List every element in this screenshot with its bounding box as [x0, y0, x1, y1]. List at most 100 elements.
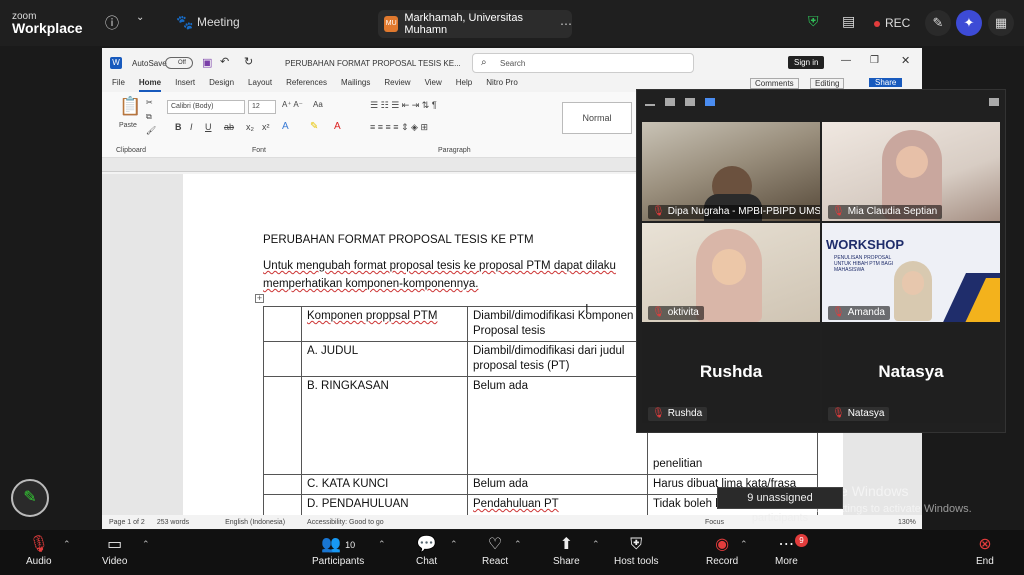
participants-button[interactable]: 👥 10 Participants — [312, 534, 364, 567]
unassigned-participants-tooltip[interactable]: 9 unassigned participants — [717, 487, 843, 524]
tab-nitro-pro[interactable]: Nitro Pro — [486, 78, 518, 92]
word-count[interactable]: 253 words — [157, 519, 189, 526]
text-effects-icon[interactable]: A — [282, 121, 289, 132]
accessibility-status[interactable]: Accessibility: Good to go — [307, 519, 384, 526]
document-heading[interactable]: PERUBAHAN FORMAT PROPOSAL TESIS KE PTM — [263, 234, 534, 246]
end-meeting-button[interactable]: ⊗ End — [976, 534, 994, 567]
font-size-select[interactable]: 12 — [248, 100, 276, 114]
tab-design[interactable]: Design — [209, 78, 234, 92]
record-options-caret-icon[interactable]: ⌃ — [740, 539, 748, 550]
autosave-toggle[interactable]: Off — [165, 57, 193, 69]
apps-grid-icon[interactable]: ▦ — [988, 10, 1014, 36]
change-case-icon[interactable]: Aa — [313, 100, 323, 109]
view-strip-icon[interactable] — [665, 98, 675, 106]
paste-icon[interactable]: 📋 — [119, 96, 141, 117]
clipboard-group-label: Clipboard — [116, 147, 146, 154]
annotate-pen-icon[interactable]: ✎ — [11, 479, 49, 517]
format-painter-icon[interactable]: 🖌 — [146, 126, 156, 135]
font-name-select[interactable]: Calibri (Body) — [167, 100, 245, 114]
style-normal[interactable]: Normal — [562, 102, 632, 134]
share-button[interactable]: Share — [869, 78, 903, 87]
react-button[interactable]: ♡ React — [482, 534, 508, 567]
notes-icon[interactable]: ▤ — [842, 13, 855, 30]
ai-companion-icon[interactable]: ✦ — [956, 10, 982, 36]
align-icons[interactable]: ≡ ≡ ≡ ≡ ⇕ ◈ ⊞ — [370, 122, 428, 133]
chat-options-caret-icon[interactable]: ⌃ — [450, 539, 458, 550]
page-count[interactable]: Page 1 of 2 — [109, 519, 145, 526]
audio-button[interactable]: 🎙 Audio — [26, 534, 52, 567]
save-icon[interactable]: ▣ — [202, 56, 212, 69]
participant-tile[interactable]: WORKSHOP PENULISAN PROPOSAL UNTUK HIBAH … — [822, 223, 1000, 322]
language-status[interactable]: English (Indonesia) — [225, 519, 285, 526]
cut-icon[interactable]: ✂ — [146, 98, 153, 107]
share-options-caret-icon[interactable]: ⌃ — [592, 539, 600, 550]
tab-review[interactable]: Review — [384, 78, 410, 92]
record-button[interactable]: ◉ Record — [706, 534, 738, 567]
video-camera-icon: ▭ — [107, 536, 123, 553]
tab-references[interactable]: References — [286, 78, 327, 92]
participants-options-caret-icon[interactable]: ⌃ — [378, 539, 386, 550]
zoom-level[interactable]: 130% — [898, 519, 916, 526]
copy-icon[interactable]: ⧉ — [146, 112, 152, 122]
tab-layout[interactable]: Layout — [248, 78, 272, 92]
font-color-icon[interactable]: A — [334, 121, 341, 132]
comments-button[interactable]: Comments — [750, 78, 799, 89]
tab-help[interactable]: Help — [456, 78, 472, 92]
restore-icon[interactable]: ❐ — [870, 55, 879, 66]
exit-float-icon[interactable] — [989, 98, 999, 106]
participant-display-name: Rushda — [699, 362, 763, 381]
close-icon[interactable]: ✕ — [901, 54, 910, 67]
grow-font-icon[interactable]: A⁺ A⁻ — [282, 100, 303, 109]
redo-icon[interactable]: ↻ — [244, 55, 253, 68]
document-title[interactable]: PERUBAHAN FORMAT PROPOSAL TESIS KE... — [285, 59, 461, 68]
highlight-icon[interactable]: ✎ — [310, 121, 318, 132]
tab-insert[interactable]: Insert — [175, 78, 195, 92]
participant-tile[interactable]: 🎙 Mia Claudia Septian — [822, 122, 1000, 221]
undo-icon[interactable]: ↶ — [220, 55, 229, 68]
view-minimize-icon[interactable] — [645, 104, 655, 106]
video-options-caret-icon[interactable]: ⌃ — [142, 539, 150, 550]
word-title-bar: W AutoSave Off ▣ ↶ ↻ PERUBAHAN FORMAT PR… — [102, 48, 922, 78]
document-paragraph-line1[interactable]: Untuk mengubah format proposal tesis ke … — [263, 260, 616, 272]
minimize-icon[interactable]: — — [841, 55, 851, 66]
participant-tile[interactable]: Rushda 🎙 Rushda — [642, 324, 820, 423]
participant-tile[interactable]: 🎙 Dipa Nugraha - MPBI-PBIPD UMS — [642, 122, 820, 221]
react-options-caret-icon[interactable]: ⌃ — [514, 539, 522, 550]
shield-icon[interactable]: ⛨ — [808, 13, 819, 30]
superscript-icon[interactable]: x² — [262, 122, 270, 132]
info-icon[interactable]: ⓘ — [105, 13, 119, 33]
virtual-background-subtitle: PENULISAN PROPOSAL UNTUK HIBAH PTM BAGI … — [834, 255, 894, 273]
view-grid-icon[interactable] — [705, 98, 715, 106]
muted-mic-icon: 🎙 — [832, 206, 845, 217]
participant-tile[interactable]: Natasya 🎙 Natasya — [822, 324, 1000, 423]
focus-button[interactable]: Focus — [705, 519, 724, 526]
tab-view[interactable]: View — [425, 78, 442, 92]
underline-icon[interactable]: U — [205, 122, 212, 132]
host-tools-button[interactable]: ⛨ Host tools — [614, 534, 658, 567]
search-input[interactable]: ⌕ Search — [472, 53, 694, 73]
tab-file[interactable]: File — [112, 78, 125, 92]
more-options-icon[interactable]: ⋯ — [560, 17, 572, 31]
subscript-icon[interactable]: x₂ — [246, 122, 254, 132]
meeting-button[interactable]: Meeting — [197, 15, 240, 29]
italic-icon[interactable]: I — [190, 122, 193, 132]
tab-mailings[interactable]: Mailings — [341, 78, 370, 92]
video-button[interactable]: ▭ Video — [102, 534, 127, 567]
sign-in-button[interactable]: Sign in — [788, 56, 825, 69]
chevron-down-icon[interactable]: ⌄ — [136, 12, 144, 23]
document-paragraph-line2[interactable]: memperhatikan komponen-komponennya. — [263, 278, 478, 290]
tab-home[interactable]: Home — [138, 78, 162, 92]
screen-share-indicator[interactable]: MU Markhamah, Universitas Muhamn ⋯ — [378, 10, 572, 38]
recording-indicator[interactable]: REC — [874, 16, 910, 30]
strikethrough-icon[interactable]: ab — [224, 122, 234, 132]
audio-options-caret-icon[interactable]: ⌃ — [63, 539, 71, 550]
chat-button[interactable]: 💬 Chat — [416, 534, 437, 567]
bold-icon[interactable]: B — [175, 122, 182, 132]
table-move-handle-icon[interactable]: + — [255, 294, 264, 303]
pen-icon[interactable]: ✎ — [925, 10, 951, 36]
bullets-icon[interactable]: ☰ ☷ ☰ ⇤ ⇥ ⇅ ¶ — [370, 100, 437, 111]
view-speaker-icon[interactable] — [685, 98, 695, 106]
editing-button[interactable]: Editing — [810, 78, 845, 89]
share-screen-button[interactable]: ⬆ Share — [553, 534, 580, 567]
participant-tile[interactable]: 🎙 oktivita — [642, 223, 820, 322]
